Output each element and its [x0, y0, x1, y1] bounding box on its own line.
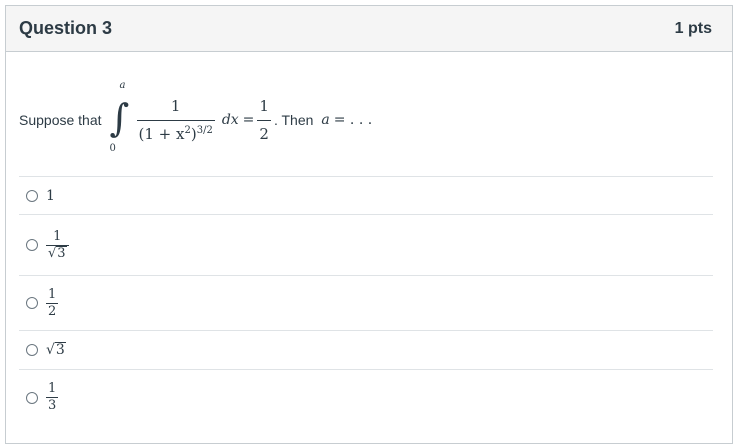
denominator-base: (1 + x	[138, 124, 185, 143]
answer-label: 1	[46, 187, 55, 204]
fraction-denominator: 2	[48, 303, 57, 319]
answer-label: √ 3	[46, 341, 66, 359]
rhs-denominator: 2	[259, 125, 269, 143]
question-title: Question 3	[19, 18, 113, 38]
fraction-numerator: 1	[53, 228, 62, 244]
answer-fraction: 1 2	[46, 286, 59, 319]
answer-label: 1 2	[46, 286, 59, 319]
integral-symbol: ∫	[109, 96, 130, 140]
fraction-numerator: 1	[48, 381, 57, 397]
radio-button[interactable]	[26, 239, 38, 251]
question-points: 1 pts	[674, 19, 712, 37]
stem-tail-variable: a	[321, 112, 330, 128]
rhs-numerator: 1	[259, 97, 269, 115]
answer-option-2[interactable]: 1 √ 3	[19, 214, 713, 275]
fraction-denominator: 3	[48, 398, 57, 413]
radio-button[interactable]	[26, 189, 38, 202]
answer-label: 1 √ 3	[46, 229, 69, 261]
fraction-denominator: √ 3	[46, 246, 69, 262]
stem-tail-rest: = . . .	[333, 112, 373, 128]
sqrt-radicand: 3	[56, 245, 67, 261]
question-header: Question 3 1 pts	[6, 6, 732, 52]
equals-sign: =	[242, 112, 255, 128]
integrand-fraction: 1 (1 + x2)3/2	[136, 96, 215, 144]
differential: dx	[221, 112, 239, 128]
answer-label: 1 3	[46, 381, 59, 413]
answer-option-3[interactable]: 1 2	[19, 275, 713, 330]
answer-option-1[interactable]: 1	[19, 176, 713, 214]
sqrt-symbol: √	[48, 245, 57, 261]
integral-sign: a ∫ 0	[108, 80, 134, 160]
stem-intro: Suppose that	[19, 112, 102, 128]
sqrt-radicand: 3	[54, 341, 66, 358]
radio-button[interactable]	[26, 344, 38, 356]
radio-button[interactable]	[26, 297, 38, 309]
question-stem: Suppose that a ∫ 0 1 (1 + x2)3/2 dx = 1 …	[19, 80, 709, 160]
sqrt-symbol: √	[46, 342, 55, 359]
answer-option-4[interactable]: √ 3	[19, 330, 713, 369]
denominator-exponent: 3/2	[196, 124, 213, 136]
integral-lower-limit: 0	[109, 143, 116, 154]
answer-list: 1 1 √ 3 1 2 √ 3 1 3	[19, 176, 713, 425]
answer-fraction: 1 3	[46, 381, 59, 413]
integrand-numerator: 1	[170, 96, 181, 115]
answer-option-5[interactable]: 1 3	[19, 369, 713, 425]
question-card: Question 3 1 pts Suppose that a ∫ 0 1 (1…	[5, 5, 733, 444]
radio-button[interactable]	[26, 391, 38, 404]
answer-fraction: 1 √ 3	[46, 229, 69, 261]
stem-then: . Then	[273, 112, 314, 128]
integrand-denominator: (1 + x2)3/2	[137, 121, 215, 144]
fraction-numerator: 1	[48, 286, 57, 302]
rhs-fraction: 1 2	[257, 97, 271, 143]
